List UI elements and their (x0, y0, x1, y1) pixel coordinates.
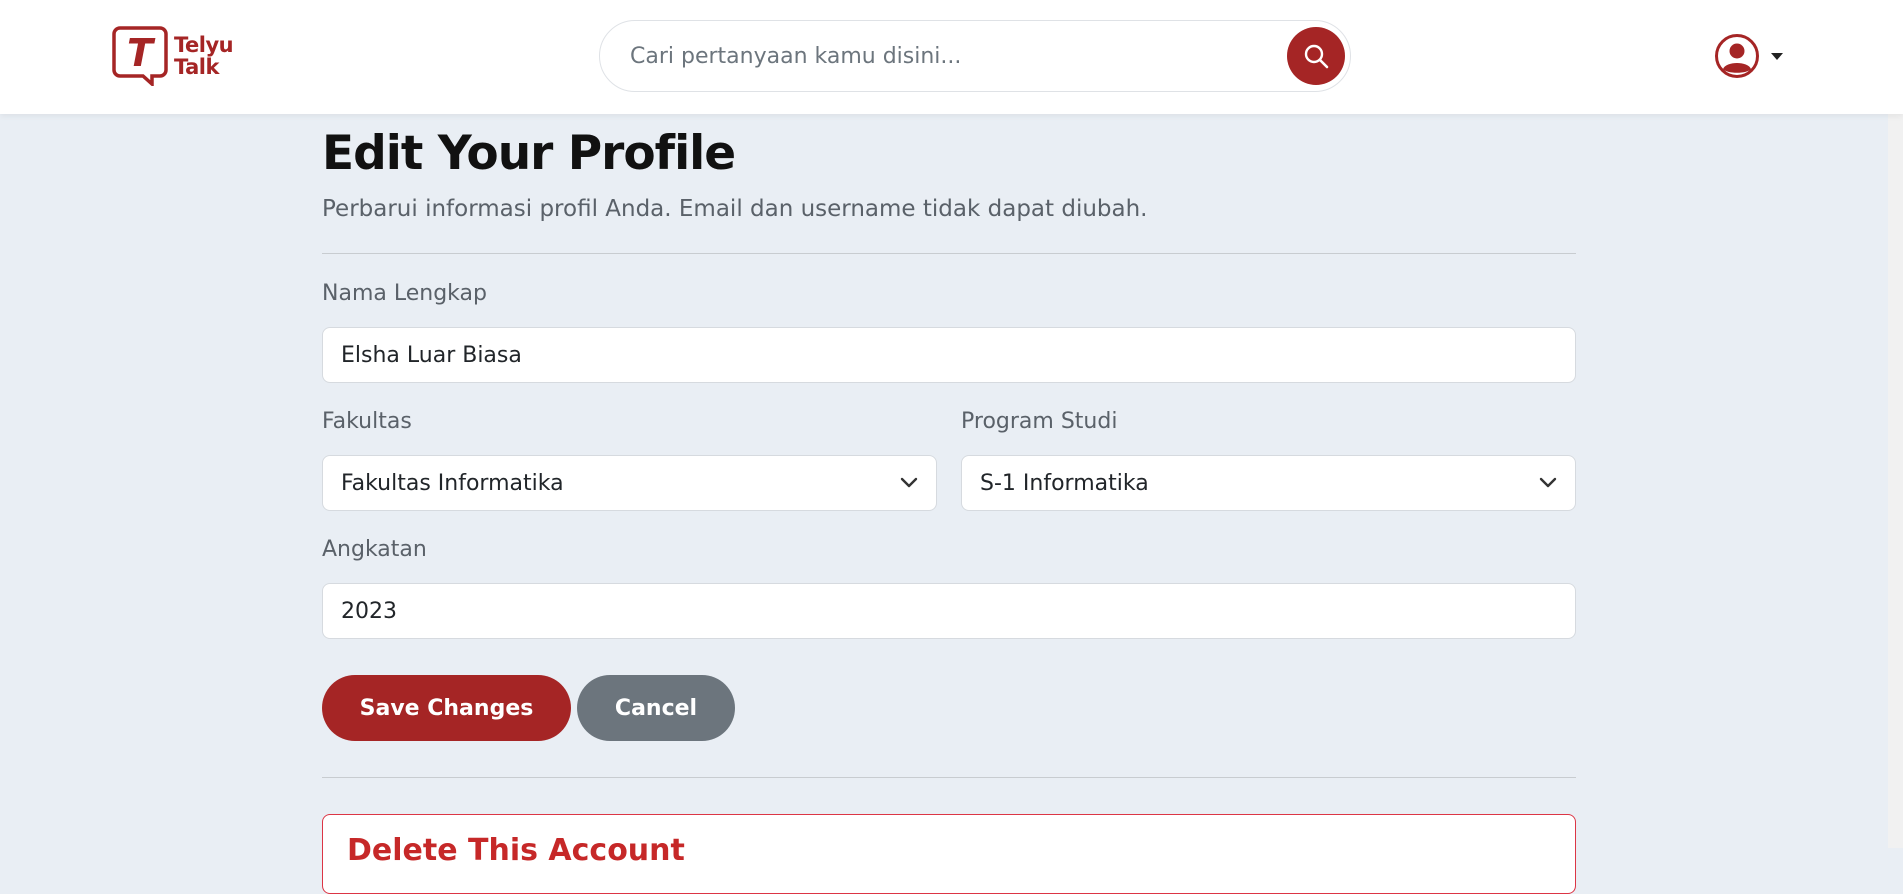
year-label: Angkatan (322, 537, 427, 562)
faculty-selected-value: Fakultas Informatika (341, 470, 564, 496)
chevron-down-icon (1539, 477, 1557, 488)
top-navbar: T Telyu Talk (0, 0, 1903, 114)
search-bar (599, 20, 1351, 92)
logo-word-1: Telyu (174, 33, 234, 57)
year-input[interactable] (341, 598, 1557, 624)
user-menu-dropdown[interactable] (1714, 30, 1784, 82)
page-subtitle: Perbarui informasi profil Anda. Email da… (322, 196, 1148, 222)
chevron-down-icon (900, 477, 918, 488)
logo-word-2: Talk (174, 55, 219, 79)
delete-account-title: Delete This Account (347, 833, 685, 868)
cancel-button[interactable]: Cancel (577, 675, 735, 741)
page-scrollbar[interactable] (1888, 0, 1903, 848)
divider (322, 777, 1576, 778)
user-avatar-icon (1715, 34, 1759, 78)
study-program-select[interactable]: S-1 Informatika (961, 455, 1576, 511)
caret-down-icon (1771, 53, 1783, 60)
faculty-label: Fakultas (322, 409, 412, 434)
logo-wordmark: Telyu Talk (174, 33, 234, 79)
telyutalk-logo[interactable]: T Telyu Talk (112, 26, 234, 86)
logo-chat-icon: T (112, 26, 168, 86)
full-name-field (322, 327, 1576, 383)
faculty-select[interactable]: Fakultas Informatika (322, 455, 937, 511)
search-button[interactable] (1287, 27, 1345, 85)
search-input[interactable] (630, 21, 1270, 91)
divider (322, 253, 1576, 254)
study-program-label: Program Studi (961, 409, 1118, 434)
year-field (322, 583, 1576, 639)
full-name-label: Nama Lengkap (322, 281, 487, 306)
full-name-input[interactable] (341, 342, 1557, 368)
page-title: Edit Your Profile (322, 126, 736, 181)
svg-text:T: T (127, 31, 156, 75)
delete-account-card: Delete This Account (322, 814, 1576, 894)
save-changes-button[interactable]: Save Changes (322, 675, 571, 741)
search-icon (1304, 44, 1329, 69)
study-program-selected-value: S-1 Informatika (980, 470, 1149, 496)
